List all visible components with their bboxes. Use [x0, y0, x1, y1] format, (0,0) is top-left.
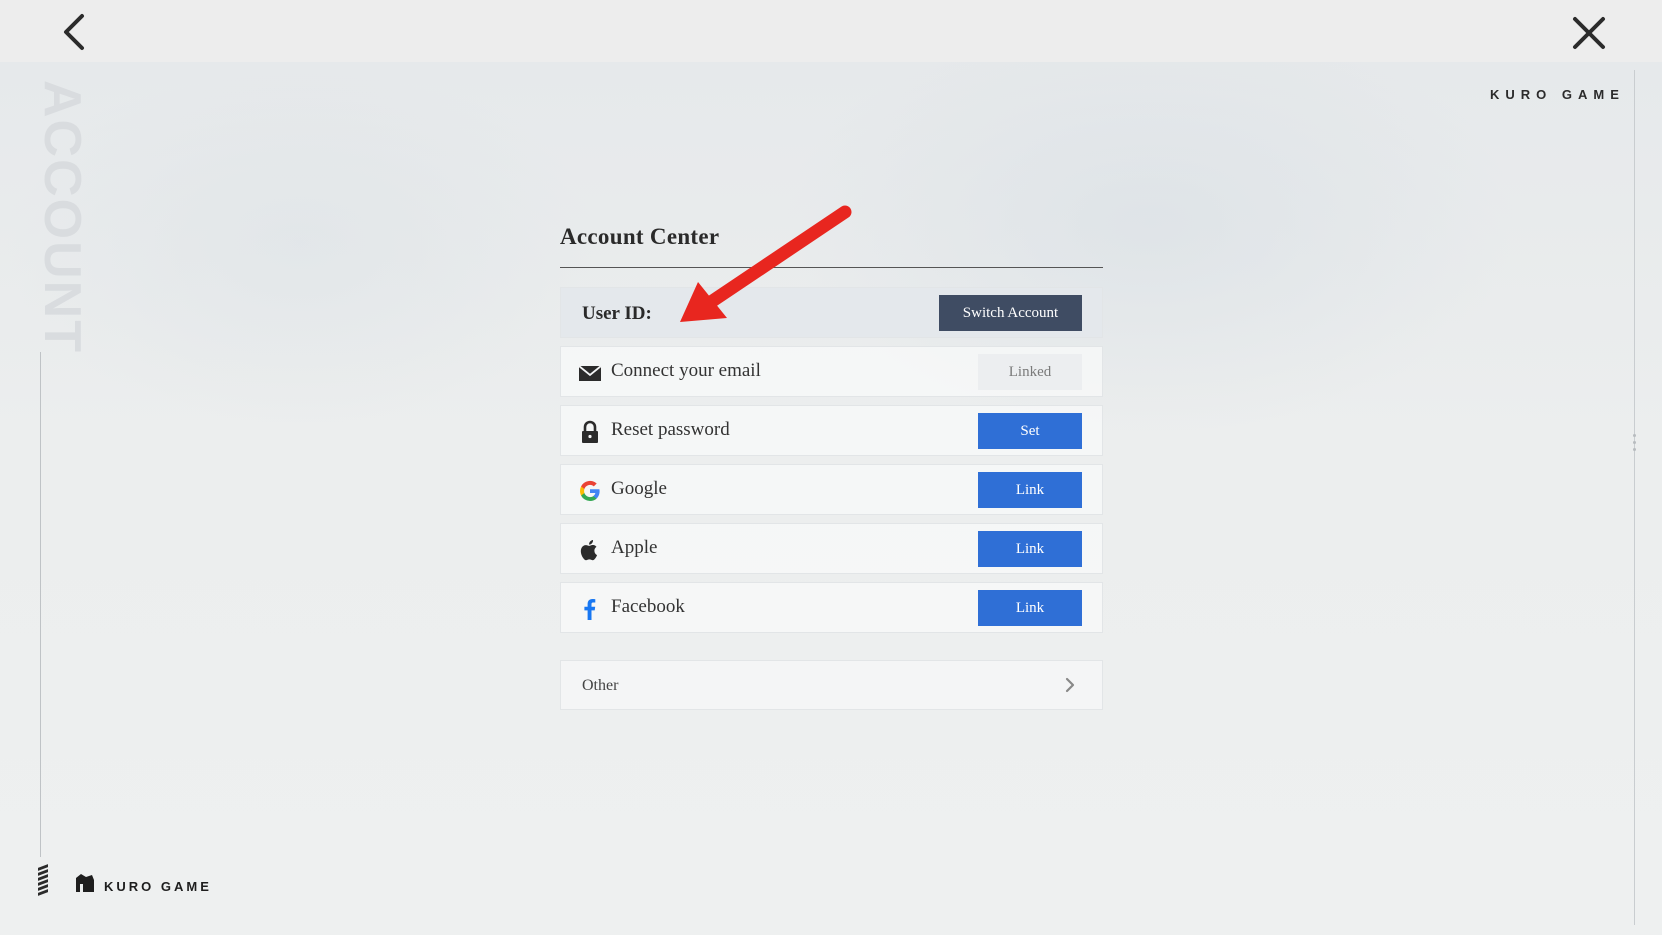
left-divider — [40, 352, 41, 857]
stripes-decoration — [38, 864, 50, 900]
email-row: Connect your email Linked — [560, 346, 1103, 397]
other-row[interactable]: Other — [560, 660, 1103, 710]
facebook-icon — [584, 599, 596, 620]
apple-link-button[interactable]: Link — [978, 531, 1082, 567]
apple-label: Apple — [611, 537, 658, 558]
set-password-button[interactable]: Set — [978, 413, 1082, 449]
scroll-handle[interactable] — [1632, 434, 1638, 456]
user-id-row: User ID: Switch Account — [560, 287, 1103, 338]
account-watermark: ACCOUNT — [33, 80, 91, 354]
lock-icon — [582, 420, 598, 443]
title-divider — [560, 267, 1103, 268]
facebook-row: Facebook Link — [560, 582, 1103, 633]
brand-logo-text: KURO GAME — [104, 879, 212, 894]
apple-row: Apple Link — [560, 523, 1103, 574]
page-title: Account Center — [560, 224, 720, 249]
google-row: Google Link — [560, 464, 1103, 515]
top-bar — [0, 0, 1662, 62]
apple-icon — [580, 540, 598, 561]
email-linked-status: Linked — [978, 354, 1082, 390]
google-icon — [579, 480, 600, 502]
mail-icon — [578, 365, 602, 381]
switch-account-button[interactable]: Switch Account — [939, 295, 1082, 331]
back-arrow-icon[interactable] — [56, 12, 92, 52]
user-id-label: User ID: — [582, 303, 652, 324]
brand-logo-top: KURO GAME — [1490, 87, 1625, 102]
reset-password-label: Reset password — [611, 419, 730, 440]
kuro-logo-icon — [76, 874, 94, 892]
other-label: Other — [582, 677, 619, 694]
right-divider — [1634, 70, 1635, 925]
chevron-right-icon[interactable] — [1063, 676, 1077, 694]
email-label: Connect your email — [611, 360, 761, 381]
facebook-label: Facebook — [611, 596, 685, 617]
password-row: Reset password Set — [560, 405, 1103, 456]
close-icon[interactable] — [1570, 13, 1608, 53]
google-link-button[interactable]: Link — [978, 472, 1082, 508]
brand-logo-bottom: KURO GAME — [74, 872, 214, 898]
facebook-link-button[interactable]: Link — [978, 590, 1082, 626]
google-label: Google — [611, 478, 667, 499]
